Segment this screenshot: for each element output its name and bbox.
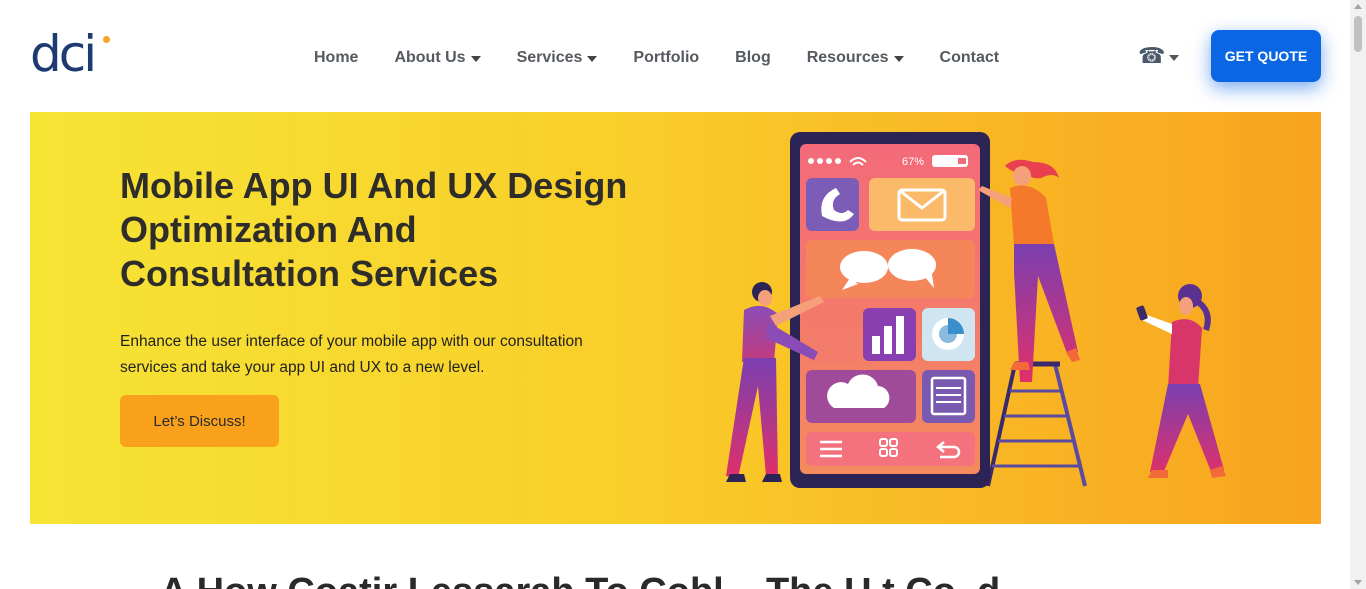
main-nav: Home About Us Services Portfolio Blog Re… (296, 44, 1017, 72)
mail-icon (869, 178, 975, 231)
scroll-thumb[interactable] (1354, 16, 1362, 52)
nav-item-label: Home (314, 49, 359, 66)
nav-item-resources[interactable]: Resources (807, 49, 904, 67)
nav-item-label: Resources (806, 49, 889, 66)
caret-down-icon (587, 55, 598, 62)
hero-banner: Mobile App UI And UX Design Optimization… (30, 112, 1321, 524)
mobile-app-illustration: 67% (726, 132, 1226, 488)
page-scrollbar[interactable] (1350, 0, 1366, 589)
dci-logo[interactable]: dci (30, 25, 112, 84)
nav-item-blog[interactable]: Blog (735, 49, 771, 67)
hero-title: Mobile App UI And UX Design Optimization… (120, 164, 680, 296)
caret-down-icon (470, 55, 481, 62)
hero-description: Enhance the user interface of your mobil… (120, 333, 583, 376)
nav-item-contact[interactable]: Contact (940, 49, 1000, 67)
ladder-graphic (986, 361, 1087, 487)
hero-title-line: Optimization And (120, 209, 417, 250)
logo-accent-dot (103, 36, 110, 43)
hero-title-line: Mobile App UI And UX Design (120, 165, 628, 206)
battery-percent: 67% (902, 156, 924, 168)
section-heading: A How Coatir Lessarah To Cobl... The U.t… (160, 570, 1032, 589)
lets-discuss-button[interactable]: Let’s Discuss! (120, 395, 279, 447)
nav-item-label: Blog (735, 49, 771, 66)
telephone-icon: ☎ (1138, 44, 1166, 69)
nav-item-label: Contact (939, 49, 1000, 66)
phone-dropdown[interactable]: ☎ (1138, 44, 1180, 70)
nav-item-label: Services (516, 49, 583, 66)
nav-item-portfolio[interactable]: Portfolio (633, 49, 699, 67)
nav-item-label: Portfolio (633, 49, 700, 66)
phone-graphic: 67% (790, 132, 990, 488)
woman-on-ladder-figure (978, 159, 1080, 382)
hero-title-line: Consultation Services (120, 253, 499, 294)
caret-down-icon (1169, 54, 1180, 61)
scroll-down-arrow-icon[interactable] (1354, 580, 1362, 585)
scroll-up-arrow-icon[interactable] (1354, 4, 1362, 9)
nav-item-label: About Us (394, 49, 466, 66)
nav-item-services[interactable]: Services (517, 49, 598, 67)
caret-down-icon (893, 55, 904, 62)
nav-item-home[interactable]: Home (314, 49, 358, 67)
site-header: dci Home About Us Services Portfolio Blo… (0, 0, 1350, 112)
nav-item-about-us[interactable]: About Us (394, 49, 481, 67)
logo-text: dci (30, 25, 97, 83)
get-quote-button[interactable]: GET QUOTE (1211, 30, 1321, 82)
woman-with-phone-figure (1136, 284, 1226, 478)
